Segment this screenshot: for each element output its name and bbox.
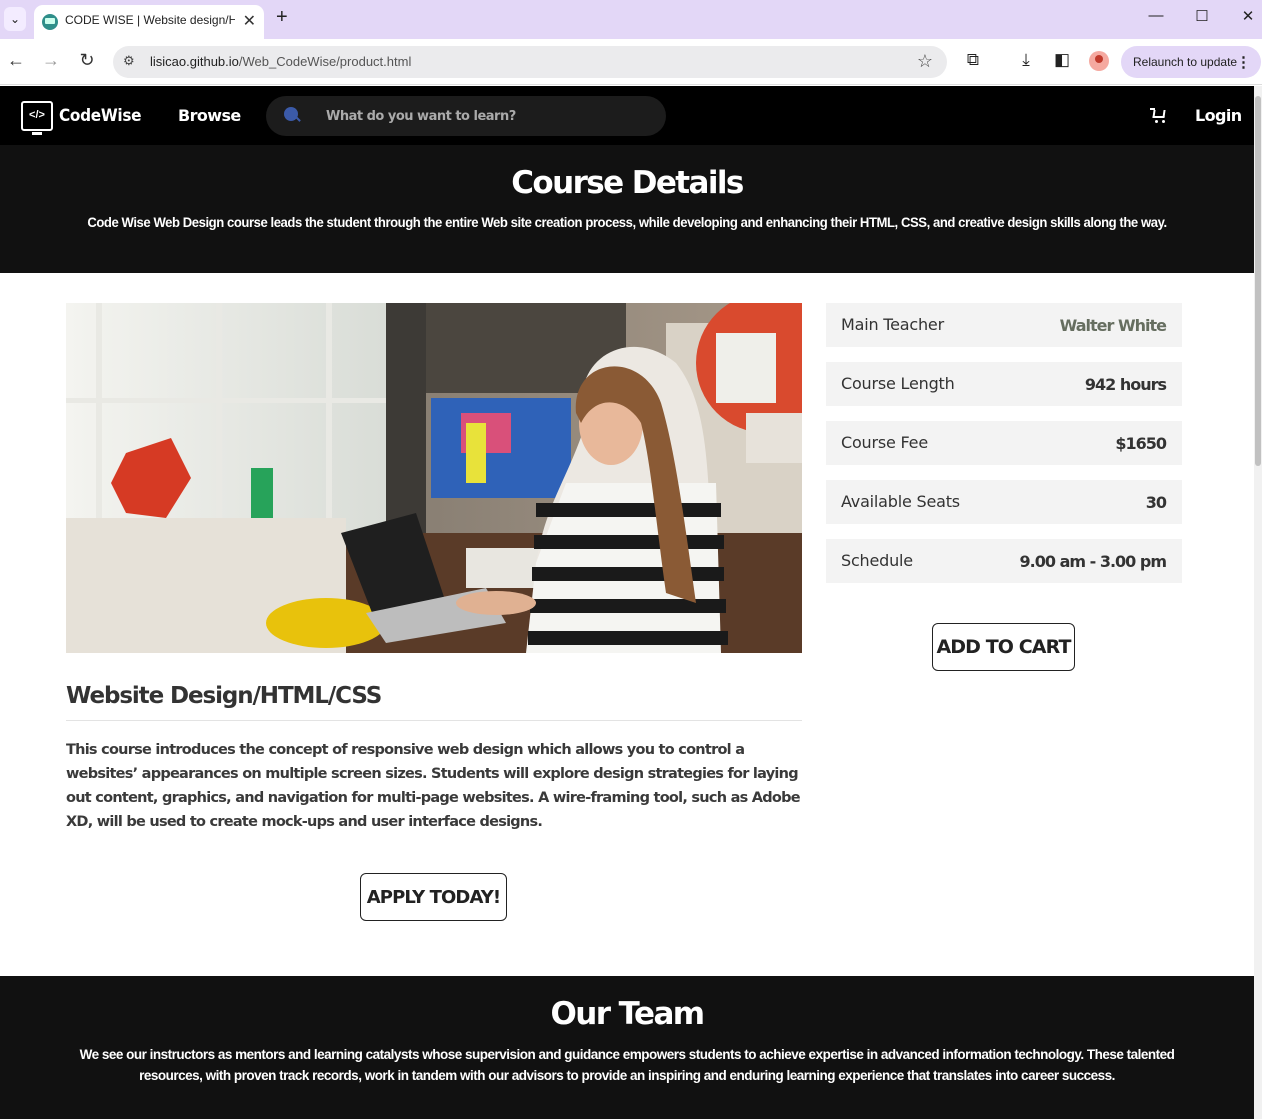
detail-label: Course Length [841, 374, 955, 393]
detail-row-main-teacher: Main Teacher Walter White [826, 303, 1182, 347]
detail-label: Main Teacher [841, 315, 944, 334]
menu-dots-icon[interactable]: ⋮ [1236, 53, 1251, 71]
our-team-section: Our Team We see our instructors as mento… [0, 976, 1254, 1119]
detail-value: 942 hours [1084, 375, 1167, 394]
detail-row-schedule: Schedule 9.00 am - 3.00 pm [826, 539, 1182, 583]
browser-tab[interactable]: CODE WISE | Website design/HTML/CSS ✕ [34, 5, 264, 39]
detail-label: Available Seats [841, 492, 960, 511]
profile-avatar[interactable] [1089, 51, 1109, 71]
back-button[interactable]: ← [4, 50, 28, 71]
detail-value: 9.00 am - 3.00 pm [1019, 552, 1167, 571]
page-scrollbar[interactable] [1254, 86, 1262, 1119]
add-to-cart-button[interactable]: ADD TO CART [932, 623, 1075, 671]
course-image [66, 303, 802, 653]
detail-row-course-fee: Course Fee $1650 [826, 421, 1182, 465]
codewise-logo[interactable]: </> CodeWise [21, 101, 142, 135]
forward-button[interactable]: → [39, 50, 63, 71]
site-navbar: </> CodeWise Browse Login [0, 86, 1254, 145]
page-subtitle: Code Wise Web Design course leads the st… [87, 215, 1167, 230]
site-favicon-icon [42, 14, 58, 30]
search-icon [284, 107, 298, 121]
course-details-banner: Course Details Code Wise Web Design cour… [0, 145, 1254, 273]
browser-toolbar: ← → ↻ ⚙ lisicao.github.io/Web_CodeWise/p… [0, 39, 1262, 85]
login-link[interactable]: Login [1195, 106, 1242, 125]
detail-row-available-seats: Available Seats 30 [826, 480, 1182, 524]
course-description: This course introduces the concept of re… [66, 742, 801, 830]
team-title: Our Team [550, 996, 706, 1032]
detail-value: 30 [1145, 493, 1167, 512]
detail-value: $1650 [1115, 434, 1167, 453]
download-icon[interactable]: ⤓ [1015, 50, 1037, 70]
page-content: </> CodeWise Browse Login Course Details… [0, 86, 1254, 1119]
cart-icon[interactable] [1150, 108, 1166, 123]
logo-text: CodeWise [59, 106, 142, 126]
detail-row-course-length: Course Length 942 hours [826, 362, 1182, 406]
close-tab-icon[interactable]: ✕ [243, 11, 256, 31]
apply-today-button[interactable]: APPLY TODAY! [360, 873, 507, 921]
minimize-button[interactable]: — [1141, 7, 1171, 24]
maximize-button[interactable]: ☐ [1187, 7, 1217, 25]
team-description: We see our instructors as mentors and le… [79, 1047, 1175, 1083]
relaunch-button[interactable]: Relaunch to update ⋮ [1121, 46, 1261, 78]
detail-label: Course Fee [841, 433, 928, 452]
divider [66, 720, 802, 721]
code-monitor-icon: </> [21, 101, 53, 135]
page-title: Course Details [511, 165, 744, 201]
tab-title: CODE WISE | Website design/HTML/CSS [65, 13, 235, 27]
tab-search-dropdown[interactable]: ⌄ [4, 7, 26, 31]
search-input[interactable] [326, 106, 646, 126]
url-text: lisicao.github.io/Web_CodeWise/product.h… [150, 54, 412, 69]
address-bar[interactable]: ⚙ lisicao.github.io/Web_CodeWise/product… [113, 46, 947, 78]
new-tab-button[interactable]: + [276, 6, 288, 29]
site-settings-icon[interactable]: ⚙ [123, 53, 135, 69]
browse-link[interactable]: Browse [178, 106, 241, 125]
scrollbar-thumb[interactable] [1255, 96, 1261, 466]
reload-button[interactable]: ↻ [75, 50, 99, 71]
close-window-button[interactable]: ✕ [1233, 7, 1262, 25]
bookmark-star-icon[interactable]: ☆ [917, 51, 933, 72]
course-search [266, 96, 666, 136]
side-panel-icon[interactable]: ◧ [1051, 50, 1073, 70]
course-title: Website Design/HTML/CSS [66, 683, 382, 709]
detail-label: Schedule [841, 551, 913, 570]
extensions-icon[interactable]: ⧉ [962, 50, 984, 70]
browser-tab-bar: ⌄ CODE WISE | Website design/HTML/CSS ✕ … [0, 0, 1262, 39]
teacher-name[interactable]: Walter White [1060, 316, 1167, 335]
